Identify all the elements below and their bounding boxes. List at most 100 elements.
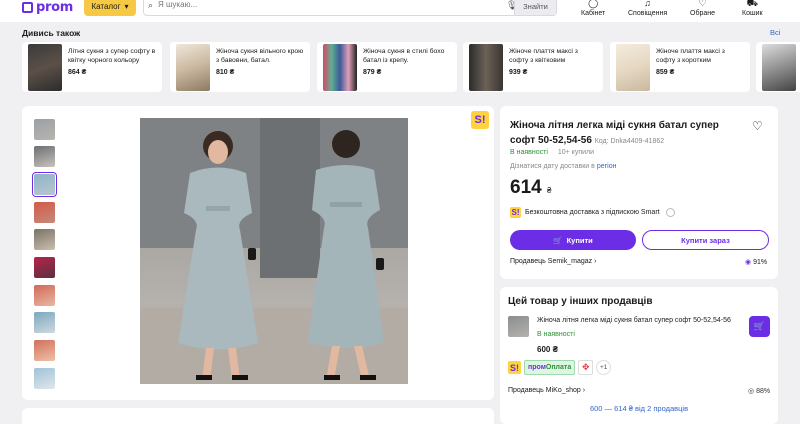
rec-title: Жіноче плаття максі з софту з коротким (656, 48, 725, 64)
payment-diamond-icon: ✥ (578, 360, 594, 375)
rec-card[interactable]: Жіноче плаття максі з софту з квітковим … (463, 42, 603, 92)
main-product-photo[interactable] (140, 118, 408, 384)
rec-price: 859 ₴ (656, 69, 675, 76)
offer-thumb[interactable] (508, 316, 529, 337)
chevron-down-icon: ▾ (124, 2, 129, 11)
product-info-card: Жіноча літня легка міді сукня батал супе… (500, 106, 778, 279)
gallery-thumb[interactable] (34, 257, 55, 278)
rec-card[interactable]: Жіноче плаття максі з софту з коротким 8… (610, 42, 750, 92)
rec-card[interactable]: Жіноча сукня в стилі бохо батал із крепу… (317, 42, 457, 92)
price-currency: ₴ (546, 186, 552, 195)
cart-icon: 🛒 (553, 235, 563, 245)
offer-seller-name: Продавець MiKo_shop (508, 387, 581, 394)
rec-image (323, 44, 357, 91)
more-payments-badge[interactable]: +1 (596, 360, 612, 375)
nav-favorites-label: Обране (690, 10, 715, 17)
offer-rating-value: 88% (756, 388, 771, 395)
rec-title: Жіноче плаття максі з софту з квітковим (509, 48, 578, 64)
gallery-thumb[interactable] (34, 312, 55, 333)
prom-logo[interactable]: prom (22, 0, 73, 15)
description-card (22, 408, 494, 424)
gallery-thumb[interactable] (34, 202, 55, 223)
top-bar: prom Каталог ▾ ⌕ 🎙 Знайти ◯ Кабінет ♫ Сп… (0, 0, 800, 22)
rating-icon: ◉ (745, 259, 752, 266)
search-input[interactable] (158, 0, 498, 9)
nav-notifications-label: Сповіщення (628, 10, 668, 17)
buy-now-button[interactable]: Купити зараз (642, 230, 769, 250)
stock-status: В наявності (510, 149, 548, 156)
smart-icon: S! (510, 207, 521, 218)
gallery-thumb[interactable] (32, 172, 57, 197)
rec-card[interactable]: Жіноча сукня вільного крою з бавовни, ба… (170, 42, 310, 92)
product-title: Жіноча літня легка міді сукня батал супе… (510, 118, 742, 149)
rec-image (616, 44, 650, 91)
payment-methods: S! пром Оплата ✥ +1 (508, 360, 612, 375)
product-code: Код: Dnka4409-41862 (594, 138, 665, 145)
gallery-thumb[interactable] (34, 229, 55, 250)
info-icon[interactable] (665, 208, 675, 217)
user-icon: ◯ (588, 0, 599, 8)
nav-favorites[interactable]: ♡ Обране (690, 0, 715, 17)
delivery-text: Дізнатися дату доставки в (510, 163, 595, 170)
prom-logo-icon (22, 2, 33, 13)
rec-image (469, 44, 503, 91)
rec-card[interactable]: Літня сукня з супер софту в квітку чорно… (22, 42, 162, 92)
rec-price: 939 ₴ (509, 69, 528, 76)
recommendations-title: Дивись також (22, 28, 81, 38)
rec-image (28, 44, 62, 91)
delivery-region-link[interactable]: регіон (597, 163, 617, 170)
offer-cart-button[interactable]: 🛒 (749, 316, 770, 337)
seller-link[interactable]: Продавець Semik_magaz › (510, 258, 596, 265)
offer-stock: В наявності (537, 331, 575, 338)
search-icon: ⌕ (148, 0, 154, 10)
logo-text: prom (36, 0, 73, 15)
rec-price: 879 ₴ (363, 69, 382, 76)
rec-image (176, 44, 210, 91)
pay-label-a: пром (528, 364, 546, 371)
rec-card[interactable] (756, 42, 800, 92)
rec-title: Літня сукня з супер софту в квітку чорно… (68, 48, 156, 64)
price-value: 614 (510, 177, 542, 198)
nav-cabinet[interactable]: ◯ Кабінет (581, 0, 605, 17)
offer-seller-rating: ◎ 88% (748, 387, 770, 395)
product-price: 614 ₴ (510, 177, 551, 199)
all-sellers-link[interactable]: 600 — 614 ₴ від 2 продавців (500, 404, 778, 413)
offer-price: 600 ₴ (537, 345, 558, 354)
chevron-right-icon: › (594, 258, 597, 265)
rec-title: Жіноча сукня в стилі бохо батал із крепу… (363, 48, 445, 64)
heart-icon: ♡ (698, 0, 707, 8)
rating-value: 91% (753, 259, 768, 266)
pay-label-b: Оплата (545, 364, 572, 371)
smart-badge-icon: S! (471, 111, 489, 129)
recommendations-all-link[interactable]: Всі (770, 28, 780, 37)
stock-row: В наявності 10+ купили (510, 149, 594, 156)
offer-seller-link[interactable]: Продавець MiKo_shop › (508, 387, 585, 394)
gallery-thumb[interactable] (34, 368, 55, 389)
other-sellers-card: Цей товар у інших продавців Жіноча літня… (500, 287, 778, 424)
product-gallery: S! (22, 106, 494, 400)
gallery-thumb[interactable] (34, 340, 55, 361)
other-sellers-title: Цей товар у інших продавців (508, 296, 653, 307)
rec-title: Жіноча сукня вільного крою з бавовни, ба… (216, 48, 304, 64)
catalog-button[interactable]: Каталог ▾ (84, 0, 136, 16)
cart-icon: ⛟ (746, 0, 758, 8)
nav-notifications[interactable]: ♫ Сповіщення (628, 0, 667, 17)
buy-button[interactable]: 🛒 Купити (510, 230, 636, 250)
gallery-thumb[interactable] (34, 285, 55, 306)
rating-icon: ◎ (748, 388, 755, 395)
nav-cart-label: Кошик (742, 10, 763, 17)
nav-cabinet-label: Кабінет (581, 10, 606, 17)
nav-cart[interactable]: ⛟ Кошик (742, 0, 763, 17)
prom-oplata-badge: пром Оплата (524, 360, 576, 375)
bought-count: 10+ купили (557, 149, 595, 156)
favorite-heart-icon[interactable]: ♡ (752, 119, 763, 133)
catalog-label: Каталог (91, 2, 121, 11)
seller-rating: ◉ 91% (745, 258, 767, 266)
gallery-thumb[interactable] (34, 146, 55, 167)
rec-price: 810 ₴ (216, 69, 235, 76)
search-button[interactable]: Знайти (514, 0, 556, 15)
rec-price: 864 ₴ (68, 69, 87, 76)
offer-title[interactable]: Жіноча літня легка міді сукня батал супе… (537, 317, 731, 324)
smart-delivery-text: Безкоштовна доставка з підпискою Smart (525, 209, 660, 216)
gallery-thumb[interactable] (34, 119, 55, 140)
